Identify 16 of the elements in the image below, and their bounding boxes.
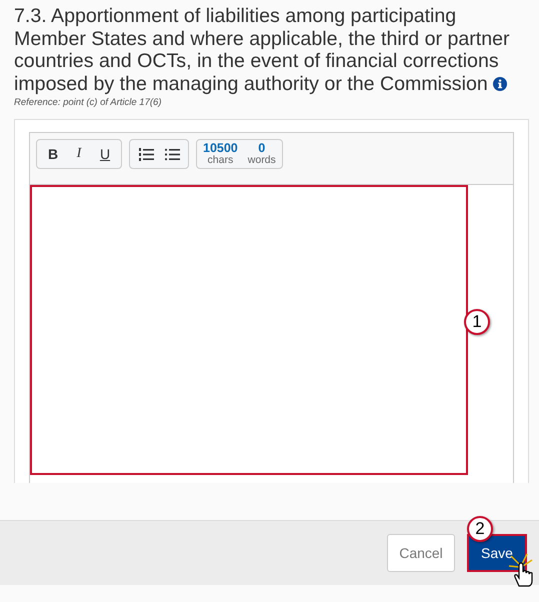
info-icon[interactable] bbox=[493, 76, 508, 90]
cancel-button[interactable]: Cancel bbox=[387, 534, 455, 572]
counter-value: 10500 bbox=[203, 142, 238, 154]
bulleted-list-icon bbox=[164, 148, 180, 160]
italic-button[interactable]: I bbox=[66, 141, 92, 167]
numbered-list-icon bbox=[138, 148, 154, 160]
reference-text: Reference: point (c) of Article 17(6) bbox=[14, 97, 162, 108]
text-input-area[interactable] bbox=[30, 185, 468, 475]
counter-value: 0 bbox=[258, 142, 266, 154]
callout-number: 1 bbox=[464, 309, 490, 335]
underline-button[interactable]: U bbox=[92, 141, 118, 167]
callout-number: 2 bbox=[467, 516, 493, 542]
counter-label: words bbox=[248, 154, 276, 166]
section-title: 7.3. Apportionment of liabilities among participating Member States and where applicable, the third or partner countries and OCTs, in the event of financial corrections imposed by the managing authority or the Commission bbox=[14, 5, 511, 95]
counter-label: chars bbox=[208, 154, 234, 166]
bold-button[interactable]: B bbox=[40, 141, 66, 167]
